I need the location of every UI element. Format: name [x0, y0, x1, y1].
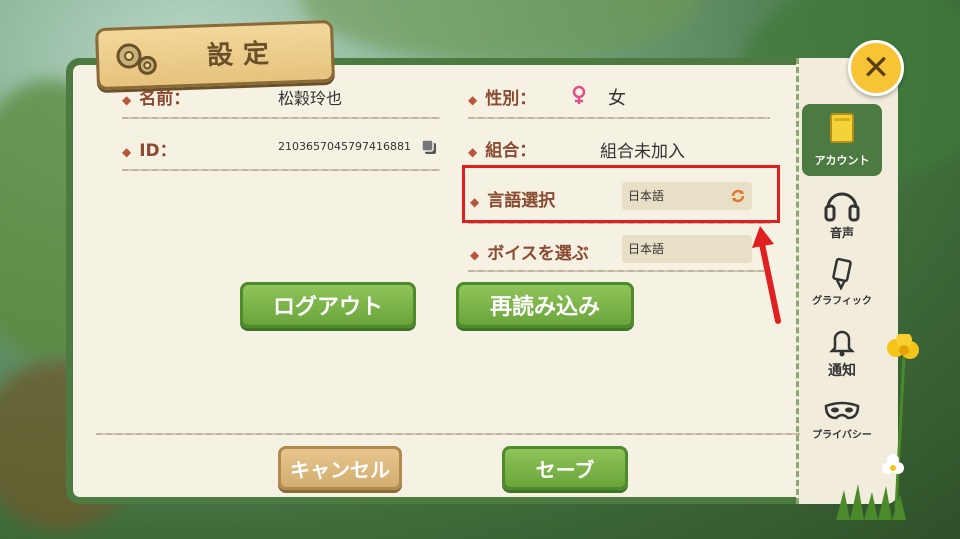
- account-icon: [830, 113, 854, 143]
- name-value: 松穀玲也: [278, 89, 343, 108]
- close-button[interactable]: ✕: [848, 40, 904, 96]
- tab-audio-label: 音声: [829, 226, 854, 240]
- divider: [468, 117, 770, 119]
- tab-audio[interactable]: 音声: [802, 186, 882, 241]
- id-label: ◆ ID：: [122, 141, 177, 161]
- brush-icon: [832, 257, 852, 290]
- guild-value: 組合未加入: [600, 142, 685, 162]
- gender-value: 女: [608, 88, 626, 109]
- id-value: 2103657045797416881: [278, 140, 411, 153]
- gender-label: ◆ 性別：: [468, 89, 537, 109]
- guild-label: ◆ 組合：: [468, 141, 537, 161]
- save-button[interactable]: セーブ: [502, 446, 628, 490]
- name-label: ◆ 名前：: [122, 89, 191, 109]
- reload-button[interactable]: 再読み込み: [456, 282, 634, 328]
- bell-icon: [828, 330, 856, 357]
- divider: [96, 433, 800, 435]
- divider: [122, 117, 440, 119]
- tab-graphics[interactable]: グラフィック: [802, 256, 882, 307]
- diamond-icon: ◆: [470, 248, 480, 262]
- tab-privacy-label: プライバシー: [812, 430, 872, 441]
- grass-decoration: [836, 484, 906, 520]
- close-icon: ✕: [861, 48, 891, 88]
- tab-account-label: アカウント: [814, 154, 870, 167]
- tab-privacy[interactable]: プライバシー: [802, 400, 882, 441]
- divider: [122, 169, 440, 171]
- diamond-icon: ◆: [468, 145, 478, 159]
- cancel-button[interactable]: キャンセル: [278, 446, 402, 490]
- voice-select[interactable]: 日本語: [622, 235, 752, 263]
- page-title: 設定: [206, 38, 280, 72]
- voice-select-value: 日本語: [628, 242, 665, 256]
- divider: [468, 270, 770, 272]
- tab-account[interactable]: アカウント: [802, 104, 882, 176]
- arrow-icon: [752, 226, 781, 324]
- copy-icon[interactable]: [420, 138, 438, 156]
- title-plank: 設定: [94, 19, 336, 91]
- gear-icon: [116, 43, 157, 75]
- tab-graphics-label: グラフィック: [812, 296, 872, 307]
- headphones-icon: [824, 192, 860, 222]
- mask-icon: [824, 401, 860, 420]
- tab-notifications[interactable]: 通知: [802, 326, 882, 380]
- diamond-icon: ◆: [468, 93, 478, 107]
- tab-notifications-label: 通知: [828, 363, 856, 379]
- highlight-box: [462, 165, 780, 223]
- diamond-icon: ◆: [122, 145, 132, 159]
- female-icon: [572, 85, 586, 104]
- logout-button[interactable]: ログアウト: [240, 282, 416, 328]
- diamond-icon: ◆: [122, 93, 132, 107]
- voice-label: ◆ ボイスを選ぶ: [470, 244, 589, 264]
